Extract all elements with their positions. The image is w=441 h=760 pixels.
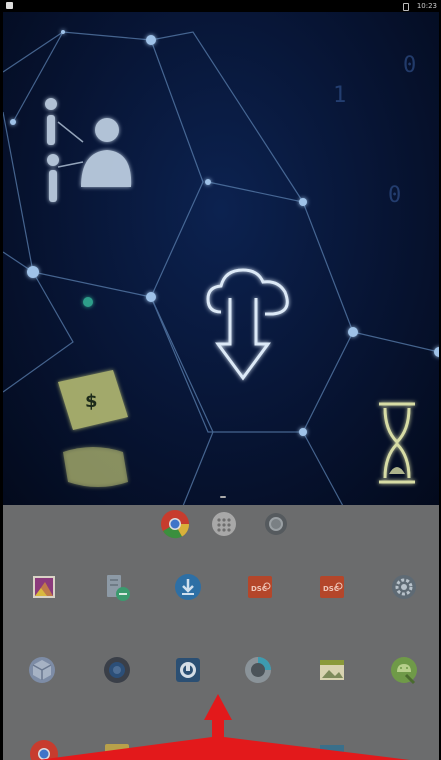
wallpaper-illustration: $ 0 1 0 [3,30,439,506]
screen-lock-icon[interactable] [171,653,205,687]
file-manager-icon[interactable] [101,570,135,604]
camera-icon[interactable] [259,507,293,541]
chrome-icon[interactable] [27,737,61,760]
status-time: 10:23 [416,2,437,10]
drawer-handle[interactable] [220,496,226,498]
dsc-app-icon[interactable]: DSC [243,570,277,604]
gallery-icon[interactable] [27,570,61,604]
svg-text:DSC: DSC [251,585,267,593]
svg-text:1: 1 [333,83,346,108]
battery-icon [403,3,409,11]
apps-grid-icon[interactable] [207,507,241,541]
android-icon[interactable] [387,653,421,687]
svg-text:$: $ [85,391,98,412]
app-drawer[interactable]: DSC DSC [3,505,439,760]
svg-text:0: 0 [388,183,401,208]
sound-icon[interactable] [100,653,134,687]
status-bar: 10:23 [0,0,441,12]
cube-icon[interactable] [25,653,59,687]
dsc-app-icon[interactable]: DSC [315,570,349,604]
svg-text:DSC: DSC [323,585,339,593]
svg-text:0: 0 [403,53,416,78]
settings-icon[interactable] [387,570,421,604]
chrome-icon[interactable] [158,507,192,541]
file-icon[interactable] [100,740,134,760]
gallery-image-icon[interactable] [315,740,349,760]
gallery-image-icon[interactable] [315,653,349,687]
speed-icon[interactable] [241,653,275,687]
wallpaper: $ 0 1 0 [3,12,439,506]
notification-icon [6,2,13,9]
download-icon[interactable] [171,570,205,604]
